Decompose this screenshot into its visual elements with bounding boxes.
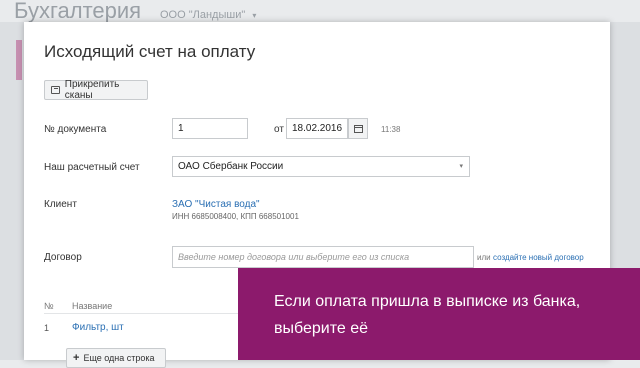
client-label: Клиент bbox=[44, 199, 77, 210]
doc-number-input[interactable]: 1 bbox=[172, 118, 248, 139]
add-row-button[interactable]: + Еще одна строка bbox=[66, 348, 166, 368]
bank-account-value: ОАО Сбербанк России bbox=[178, 161, 284, 172]
organization-name: ООО "Ландыши" bbox=[160, 9, 246, 21]
chevron-down-icon: ▾ bbox=[252, 11, 257, 20]
client-link[interactable]: ЗАО "Чистая вода" bbox=[172, 199, 260, 210]
dialog-title: Исходящий счет на оплату bbox=[44, 42, 256, 61]
caption-line-1: Если оплата пришла в выписке из банка, bbox=[274, 293, 581, 310]
add-row-label: Еще одна строка bbox=[83, 353, 155, 363]
contract-label: Договор bbox=[44, 252, 82, 263]
date-from-label: от bbox=[274, 124, 284, 135]
contract-placeholder: Введите номер договора или выберите его … bbox=[178, 252, 410, 262]
create-contract-link[interactable]: создайте новый договор bbox=[493, 253, 584, 262]
caption-line-2: выберите её bbox=[274, 320, 369, 337]
date-value: 18.02.2016 bbox=[292, 123, 343, 134]
doc-number-value: 1 bbox=[178, 123, 184, 134]
date-input[interactable]: 18.02.2016 bbox=[286, 118, 348, 139]
calendar-icon bbox=[353, 124, 363, 133]
row-item-link[interactable]: Фильтр, шт bbox=[72, 322, 124, 333]
client-tax-ids: ИНН 6685008400, КПП 668501001 bbox=[172, 212, 299, 221]
app-title: Бухгалтерия bbox=[14, 0, 142, 23]
attach-scans-label: Прикрепить сканы bbox=[64, 79, 120, 101]
column-header-name: Название bbox=[72, 301, 113, 311]
organization-selector[interactable]: ООО "Ландыши" ▾ bbox=[160, 9, 256, 21]
attach-scans-button[interactable]: Прикрепить сканы bbox=[44, 79, 148, 101]
attach-icon bbox=[51, 86, 60, 94]
chevron-down-icon: ▾ bbox=[459, 163, 463, 170]
contract-input[interactable]: Введите номер договора или выберите его … bbox=[172, 246, 474, 268]
calendar-button[interactable] bbox=[348, 118, 368, 139]
doc-number-label: № документа bbox=[44, 124, 107, 135]
background-accent-stripe bbox=[16, 40, 22, 80]
or-text: или bbox=[477, 253, 491, 262]
bank-account-select[interactable]: ОАО Сбербанк России ▾ bbox=[172, 156, 470, 177]
row-number: 1 bbox=[44, 323, 50, 333]
column-header-number: № bbox=[44, 301, 54, 311]
bank-account-label: Наш расчетный счет bbox=[44, 162, 140, 173]
time-label: 11:38 bbox=[381, 125, 401, 134]
tutorial-caption: Если оплата пришла в выписке из банка, в… bbox=[238, 268, 640, 360]
plus-icon: + bbox=[73, 352, 80, 364]
